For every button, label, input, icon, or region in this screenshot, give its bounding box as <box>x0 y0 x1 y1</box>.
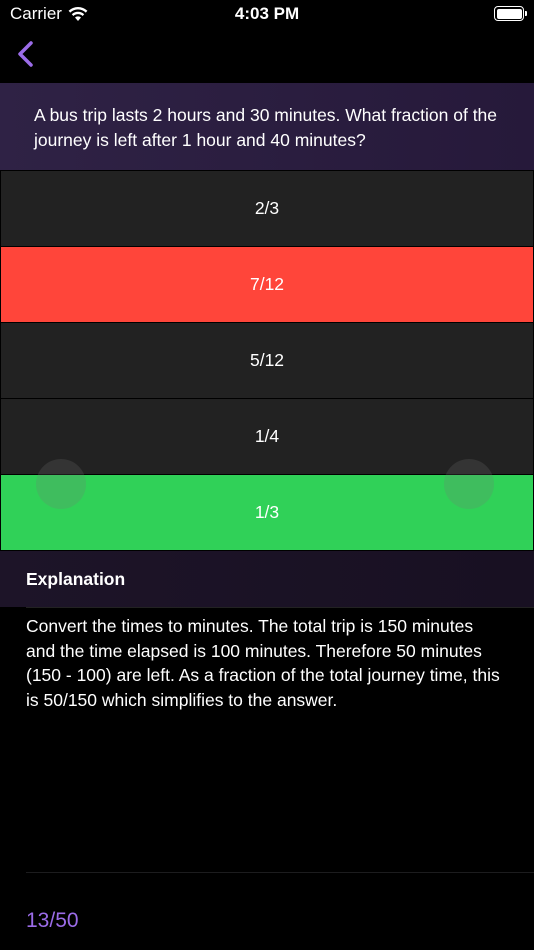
answer-label: 7/12 <box>249 274 285 294</box>
answer-label: 1/4 <box>254 426 280 446</box>
divider <box>26 872 534 873</box>
explanation-text: Convert the times to minutes. The total … <box>26 616 500 710</box>
question-text: A bus trip lasts 2 hours and 30 minutes.… <box>34 105 498 150</box>
chevron-left-icon[interactable] <box>14 40 38 68</box>
answer-label: 1/3 <box>254 502 280 522</box>
divider <box>26 607 534 608</box>
navigation-bar <box>0 28 534 82</box>
question-panel: A bus trip lasts 2 hours and 30 minutes.… <box>0 83 534 170</box>
battery-icon <box>494 6 527 21</box>
explanation-title: Explanation <box>26 569 126 589</box>
question-counter: 13/50 <box>26 909 79 932</box>
next-question-button[interactable] <box>444 459 494 509</box>
explanation-header: Explanation <box>0 551 534 607</box>
previous-question-button[interactable] <box>36 459 86 509</box>
status-bar: Carrier 4:03 PM <box>0 0 534 28</box>
answer-option-3[interactable]: 5/12 <box>1 323 533 398</box>
answer-label: 2/3 <box>254 198 280 218</box>
answer-option-2[interactable]: 7/12 <box>1 247 533 322</box>
answer-option-1[interactable]: 2/3 <box>1 171 533 246</box>
answer-label: 5/12 <box>249 350 285 370</box>
status-time: 4:03 PM <box>234 4 300 23</box>
answer-option-4[interactable]: 1/4 <box>1 399 533 474</box>
